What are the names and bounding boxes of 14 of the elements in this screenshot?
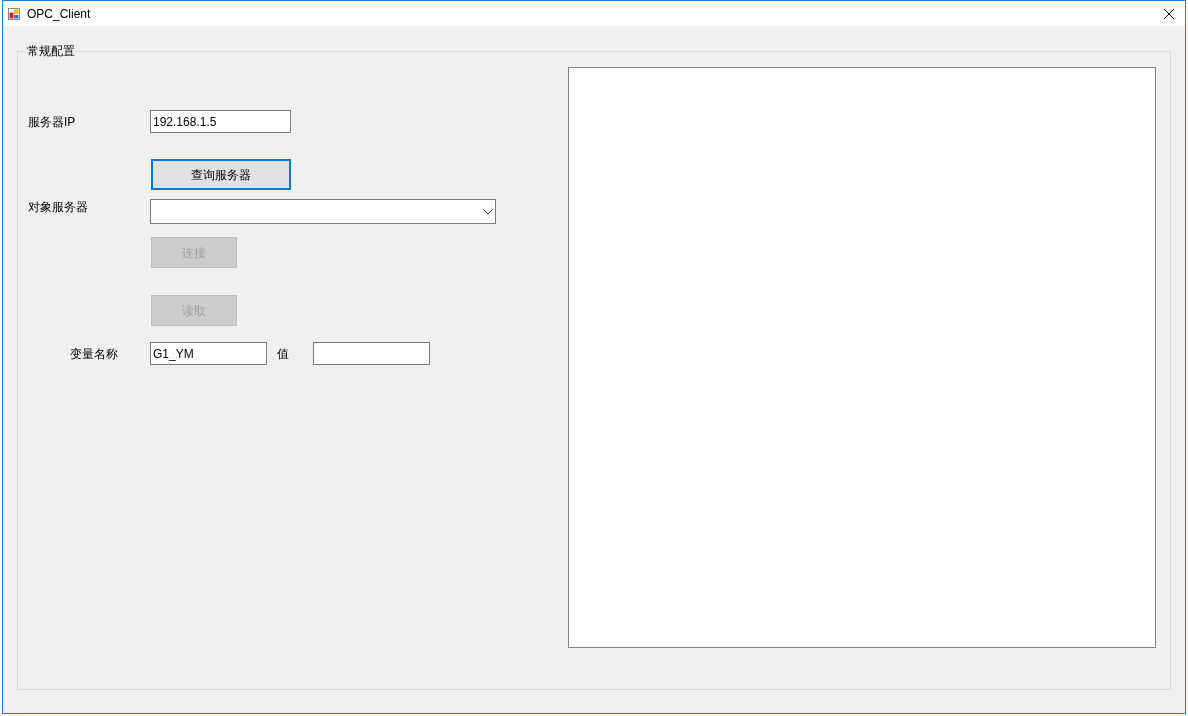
- query-server-button[interactable]: 查询服务器: [151, 159, 291, 190]
- app-icon: [8, 7, 20, 20]
- window-title: OPC_Client: [27, 5, 91, 22]
- variable-input-field[interactable]: G1_YM: [150, 342, 267, 365]
- field-label: 值: [277, 345, 290, 362]
- value-input-field[interactable]: [313, 342, 430, 365]
- close-icon: [1164, 8, 1174, 19]
- ip-input-field[interactable]: 192.168.1.5: [150, 110, 291, 133]
- field-label: 对象服务器: [28, 199, 89, 215]
- server-dropdown[interactable]: [150, 199, 496, 224]
- field-label: 服务器IP: [28, 113, 77, 130]
- group-title: 常规配置: [26, 43, 76, 59]
- field-label: 变量名称: [70, 345, 119, 362]
- chevron-down-icon: [483, 208, 493, 215]
